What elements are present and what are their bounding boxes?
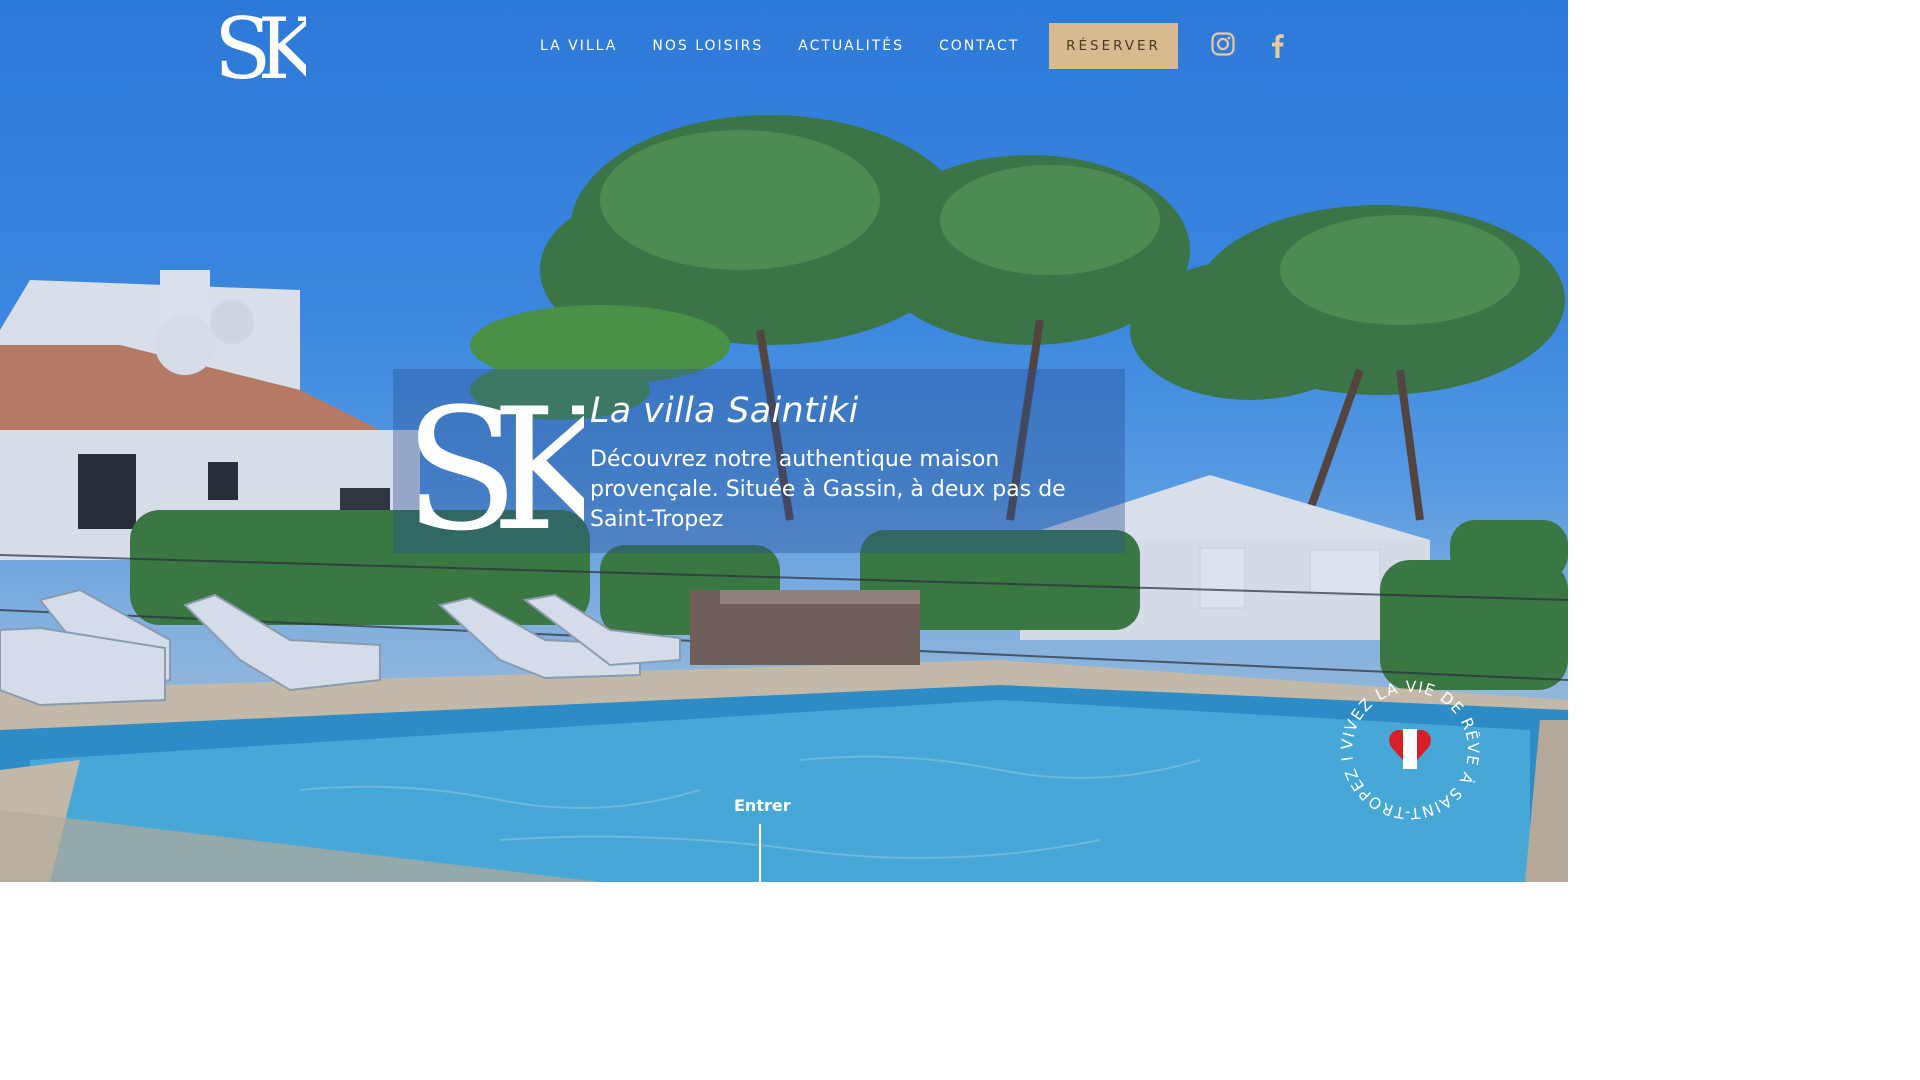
circular-badge: VIVEZ LA VIE DE RÊVE À SAINT-TROPEZ I bbox=[1340, 680, 1480, 820]
main-nav: LA VILLA NOS LOISIRS ACTUALITÉS CONTACT bbox=[540, 36, 1019, 56]
instagram-icon[interactable] bbox=[1211, 32, 1235, 56]
enter-line-divider bbox=[759, 824, 761, 884]
hero-description: Découvrez notre authentique maison prove… bbox=[590, 447, 1066, 532]
sk-logo-text: SK bbox=[214, 6, 306, 86]
nav-item-actualites[interactable]: ACTUALITÉS bbox=[798, 36, 904, 56]
enter-link[interactable]: Entrer bbox=[734, 796, 791, 815]
heart-icon bbox=[1389, 729, 1431, 769]
card-logo-text: SK bbox=[404, 380, 584, 540]
hero-title: La villa Saintiki bbox=[590, 391, 859, 431]
reserve-button[interactable]: RÉSERVER bbox=[1049, 23, 1178, 69]
nav-item-contact[interactable]: CONTACT bbox=[939, 36, 1019, 56]
facebook-icon[interactable] bbox=[1268, 32, 1286, 58]
sk-logo[interactable]: SK bbox=[214, 6, 306, 86]
nav-item-nos-loisirs[interactable]: NOS LOISIRS bbox=[652, 36, 763, 56]
nav-item-la-villa[interactable]: LA VILLA bbox=[540, 36, 617, 56]
card-sk-logo: SK bbox=[404, 380, 584, 540]
